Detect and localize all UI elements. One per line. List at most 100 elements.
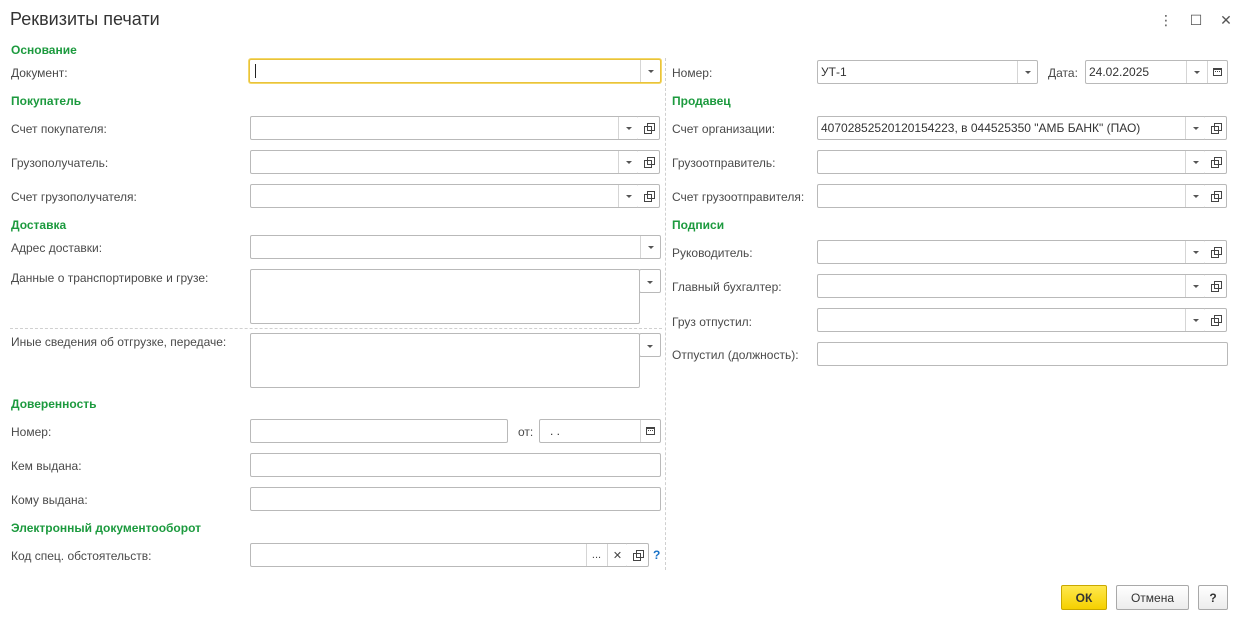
- chevron-down-icon: [1024, 70, 1031, 74]
- consignee-account-open-button[interactable]: [638, 184, 660, 208]
- org-account-open-button[interactable]: [1205, 116, 1227, 140]
- buyer-account-dropdown-button[interactable]: [618, 117, 638, 139]
- help-icon[interactable]: ?: [653, 548, 660, 562]
- document-field[interactable]: [249, 59, 661, 83]
- date-dropdown-button[interactable]: [1186, 61, 1206, 83]
- chief-accountant-dropdown-button[interactable]: [1185, 275, 1205, 297]
- director-field[interactable]: [817, 240, 1206, 264]
- other-info-label: Иные сведения об отгрузке, передаче:: [11, 335, 227, 349]
- org-account-field[interactable]: 40702852520120154223, в 044525350 "АМБ Б…: [817, 116, 1206, 140]
- other-info-textarea[interactable]: [250, 333, 640, 388]
- open-window-icon: [1210, 123, 1222, 134]
- shipper-field[interactable]: [817, 150, 1206, 174]
- more-actions-icon[interactable]: ⋮: [1156, 10, 1176, 30]
- column-divider: [665, 58, 666, 570]
- special-code-open-button[interactable]: [627, 543, 649, 567]
- open-window-icon: [643, 157, 655, 168]
- date-calendar-button[interactable]: [1207, 61, 1227, 83]
- buyer-account-label: Счет покупателя:: [11, 122, 107, 136]
- shipper-label: Грузоотправитель:: [672, 156, 776, 170]
- consignee-open-button[interactable]: [638, 150, 660, 174]
- delivery-address-dropdown-button[interactable]: [640, 236, 660, 258]
- number-field[interactable]: УТ-1: [817, 60, 1038, 84]
- special-code-field[interactable]: ... ✕: [250, 543, 628, 567]
- chevron-down-icon: [625, 160, 632, 164]
- chief-accountant-open-button[interactable]: [1205, 274, 1227, 298]
- chevron-down-icon: [625, 194, 632, 198]
- date-field[interactable]: 24.02.2025: [1085, 60, 1228, 84]
- window-title: Реквизиты печати: [10, 9, 160, 29]
- cargo-released-field[interactable]: [817, 308, 1206, 332]
- open-window-icon: [1210, 191, 1222, 202]
- consignee-label: Грузополучатель:: [11, 156, 109, 170]
- shipper-account-open-button[interactable]: [1205, 184, 1227, 208]
- shipper-account-dropdown-button[interactable]: [1185, 185, 1205, 207]
- open-window-icon: [1210, 157, 1222, 168]
- issued-to-field[interactable]: [250, 487, 661, 511]
- released-position-label: Отпустил (должность):: [672, 348, 799, 362]
- consignee-account-field[interactable]: [250, 184, 639, 208]
- chevron-down-icon: [625, 126, 632, 130]
- chief-accountant-label: Главный бухгалтер:: [672, 280, 782, 294]
- director-open-button[interactable]: [1205, 240, 1227, 264]
- proxy-date-field[interactable]: . .: [539, 419, 661, 443]
- delivery-address-field[interactable]: [250, 235, 661, 259]
- clear-icon[interactable]: ✕: [607, 544, 627, 566]
- released-position-field[interactable]: [817, 342, 1228, 366]
- org-account-dropdown-button[interactable]: [1185, 117, 1205, 139]
- number-dropdown-button[interactable]: [1017, 61, 1037, 83]
- other-info-dropdown-button[interactable]: [639, 333, 661, 357]
- shipper-dropdown-button[interactable]: [1185, 151, 1205, 173]
- issued-by-label: Кем выдана:: [11, 459, 82, 473]
- org-account-label: Счет организации:: [672, 122, 776, 136]
- open-window-icon: [632, 550, 644, 561]
- proxy-number-label: Номер:: [11, 425, 52, 439]
- consignee-dropdown-button[interactable]: [618, 151, 638, 173]
- buyer-account-open-button[interactable]: [638, 116, 660, 140]
- close-icon[interactable]: ✕: [1216, 10, 1236, 30]
- document-dropdown-button[interactable]: [640, 60, 660, 82]
- maximize-icon[interactable]: ☐: [1186, 10, 1206, 30]
- director-dropdown-button[interactable]: [1185, 241, 1205, 263]
- shipper-account-field[interactable]: [817, 184, 1206, 208]
- cancel-button[interactable]: Отмена: [1116, 585, 1189, 610]
- proxy-number-field[interactable]: [250, 419, 508, 443]
- ok-button[interactable]: ОК: [1061, 585, 1107, 610]
- consignee-account-label: Счет грузополучателя:: [11, 190, 137, 204]
- open-window-icon: [1210, 315, 1222, 326]
- chevron-down-icon: [647, 69, 654, 73]
- chevron-down-icon: [647, 280, 653, 284]
- open-window-icon: [1210, 247, 1222, 258]
- transport-data-dropdown-button[interactable]: [639, 269, 661, 293]
- delivery-address-label: Адрес доставки:: [11, 241, 103, 255]
- shipper-open-button[interactable]: [1205, 150, 1227, 174]
- chief-accountant-field[interactable]: [817, 274, 1206, 298]
- issued-to-label: Кому выдана:: [11, 493, 88, 507]
- chevron-down-icon: [647, 344, 653, 348]
- director-label: Руководитель:: [672, 246, 753, 260]
- chevron-down-icon: [1192, 318, 1199, 322]
- number-label: Номер:: [672, 66, 713, 80]
- help-button[interactable]: ?: [1198, 585, 1228, 610]
- consignee-account-dropdown-button[interactable]: [618, 185, 638, 207]
- proxy-date-calendar-button[interactable]: [640, 420, 660, 442]
- consignee-field[interactable]: [250, 150, 639, 174]
- delivery-divider: [10, 328, 662, 329]
- document-label: Документ:: [11, 66, 68, 80]
- cargo-released-open-button[interactable]: [1205, 308, 1227, 332]
- section-signatures: Подписи: [672, 218, 725, 232]
- cargo-released-label: Груз отпустил:: [672, 315, 753, 329]
- buyer-account-field[interactable]: [250, 116, 639, 140]
- select-button[interactable]: ...: [586, 544, 606, 566]
- section-seller: Продавец: [672, 94, 731, 108]
- calendar-icon: [1213, 68, 1222, 76]
- transport-data-textarea[interactable]: [250, 269, 640, 324]
- open-window-icon: [1210, 281, 1222, 292]
- issued-by-field[interactable]: [250, 453, 661, 477]
- cargo-released-dropdown-button[interactable]: [1185, 309, 1205, 331]
- section-buyer: Покупатель: [11, 94, 82, 108]
- text-cursor: [255, 64, 256, 78]
- proxy-date-label: от:: [518, 425, 534, 439]
- section-delivery: Доставка: [11, 218, 67, 232]
- shipper-account-label: Счет грузоотправителя:: [672, 190, 805, 204]
